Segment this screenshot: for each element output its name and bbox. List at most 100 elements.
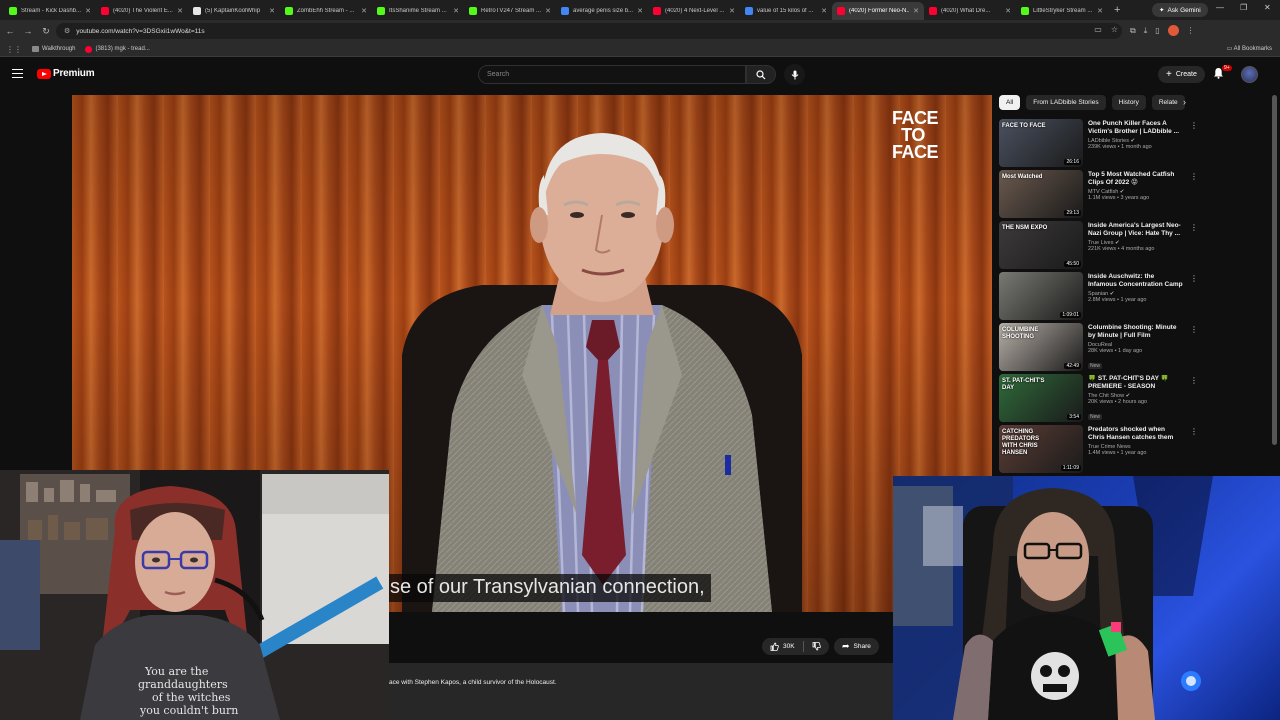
video-title[interactable]: Inside Auschwitz: the Infamous Concentra… <box>1088 273 1183 289</box>
video-title[interactable]: Inside America's Largest Neo-Nazi Group … <box>1088 222 1183 238</box>
more-actions-icon[interactable]: ⋮ <box>1190 325 1198 334</box>
recommended-video[interactable]: 1:09:01 Inside Auschwitz: the Infamous Co… <box>999 272 1204 323</box>
dislike-button[interactable] <box>804 638 829 655</box>
tab-close-icon[interactable]: ✕ <box>1097 7 1103 15</box>
more-actions-icon[interactable]: ⋮ <box>1190 274 1198 283</box>
video-thumbnail[interactable]: ST. PAT-CHIT'S DAY 3:54 <box>999 374 1083 422</box>
recommended-video[interactable]: Most Watched 29:13 Top 5 Most Watched Catf… <box>999 170 1204 221</box>
video-title[interactable]: Predators shocked when Chris Hansen catc… <box>1088 426 1183 442</box>
share-button[interactable]: ➦ Share <box>834 638 879 655</box>
tab-close-icon[interactable]: ✕ <box>453 7 459 15</box>
reload-icon[interactable]: ↻ <box>38 26 54 37</box>
browser-tab[interactable]: value of 15 kilos of ... ✕ <box>740 2 832 20</box>
video-thumbnail[interactable]: 1:09:01 <box>999 272 1083 320</box>
site-info-icon[interactable]: ⚙ <box>64 27 70 35</box>
tab-close-icon[interactable]: ✕ <box>821 7 827 15</box>
video-thumbnail[interactable]: CATCHING PREDATORS WITH CHRIS HANSEN 1:11… <box>999 425 1083 473</box>
browser-tab[interactable]: RetroTV247 Stream ... ✕ <box>464 2 556 20</box>
recommended-video[interactable]: FACE TO FACE 26:16 One Punch Killer Faces … <box>999 119 1204 170</box>
filter-chip[interactable]: All <box>999 95 1021 110</box>
bookmark-label: (3813) mgk - tread... <box>95 46 150 52</box>
address-bar[interactable]: ⚙ youtube.com/watch?v=3DSGxii1wWo&t=11s … <box>56 23 1122 39</box>
tab-close-icon[interactable]: ✕ <box>361 7 367 15</box>
cast-icon[interactable]: ▭ <box>1094 25 1102 34</box>
more-actions-icon[interactable]: ⋮ <box>1190 376 1198 385</box>
more-actions-icon[interactable]: ⋮ <box>1190 223 1198 232</box>
recommended-video[interactable]: THE NSM EXPO 45:50 Inside America's Larges… <box>999 221 1204 272</box>
tab-close-icon[interactable]: ✕ <box>913 7 919 15</box>
browser-menu-icon[interactable]: ⋮ <box>1187 26 1195 35</box>
apps-grid-icon[interactable]: ⋮⋮ <box>6 45 22 54</box>
voice-search-button[interactable] <box>784 64 805 85</box>
video-title[interactable]: Columbine Shooting: Minute by Minute | F… <box>1088 324 1183 340</box>
new-tab-icon[interactable]: + <box>1108 4 1126 16</box>
browser-tab[interactable]: (4020) 4 Next-Level ... ✕ <box>648 2 740 20</box>
ask-gemini-button[interactable]: ✦ Ask Gemini <box>1152 3 1208 17</box>
video-title[interactable]: 🍀 ST. PAT-CHIT'S DAY 🍀 PREMIERE - SEASON… <box>1088 375 1183 391</box>
chevron-right-icon[interactable]: › <box>1183 97 1186 107</box>
recommended-video[interactable]: CATCHING PREDATORS WITH CHRIS HANSEN 1:11… <box>999 425 1204 476</box>
all-bookmarks-button[interactable]: ▭ All Bookmarks <box>1227 45 1272 52</box>
split-view-icon[interactable]: ▯ <box>1155 26 1159 35</box>
tab-label: average penis size b... <box>573 8 634 14</box>
recommended-video[interactable]: COLUMBINE SHOOTING 42:49 Columbine Shootin… <box>999 323 1204 374</box>
browser-tab[interactable]: ZombEhh Stream - ... ✕ <box>280 2 372 20</box>
thumbnail-text: Most Watched <box>1002 174 1043 180</box>
create-button[interactable]: + Create <box>1158 66 1205 83</box>
browser-tab[interactable]: Stream - Kick Dashb... ✕ <box>4 2 96 20</box>
tab-close-icon[interactable]: ✕ <box>729 7 735 15</box>
browser-tab[interactable]: (4020) The Violent E... ✕ <box>96 2 188 20</box>
video-thumbnail[interactable]: THE NSM EXPO 45:50 <box>999 221 1083 269</box>
minimize-icon[interactable]: — <box>1216 3 1224 12</box>
video-thumbnail[interactable]: COLUMBINE SHOOTING 42:49 <box>999 323 1083 371</box>
maximize-icon[interactable]: ❐ <box>1240 3 1247 12</box>
profile-avatar[interactable] <box>1167 25 1179 36</box>
tab-label: Stream - Kick Dashb... <box>21 8 82 14</box>
download-icon[interactable]: ⤓ <box>1144 26 1148 36</box>
tab-close-icon[interactable]: ✕ <box>177 7 183 15</box>
filter-chip[interactable]: History <box>1111 95 1146 110</box>
tab-label: LittleStryker Stream ... <box>1033 8 1093 14</box>
more-actions-icon[interactable]: ⋮ <box>1190 427 1198 436</box>
filter-chip[interactable]: From LADbible Stories <box>1026 95 1106 110</box>
page-scrollbar[interactable] <box>1272 95 1277 445</box>
tab-close-icon[interactable]: ✕ <box>545 7 551 15</box>
video-thumbnail[interactable]: FACE TO FACE 26:16 <box>999 119 1083 167</box>
filter-chip[interactable]: Relate <box>1151 95 1185 110</box>
more-actions-icon[interactable]: ⋮ <box>1190 121 1198 130</box>
tab-favicon-icon <box>377 7 385 15</box>
browser-tab[interactable]: (4020) Former Neo-N... ✕ <box>832 2 924 20</box>
tab-label: ZombEhh Stream - ... <box>297 8 355 14</box>
tab-close-icon[interactable]: ✕ <box>637 7 643 15</box>
browser-tab[interactable]: average penis size b... ✕ <box>556 2 648 20</box>
back-icon[interactable]: ← <box>2 26 18 36</box>
menu-icon[interactable] <box>12 69 23 78</box>
streamer-webcam-right <box>893 476 1280 720</box>
browser-tab[interactable]: (4020) What Dre... ✕ <box>924 2 1016 20</box>
tab-close-icon[interactable]: ✕ <box>1005 7 1011 15</box>
like-button[interactable]: 30K <box>762 638 803 655</box>
tab-close-icon[interactable]: ✕ <box>85 7 91 15</box>
video-title[interactable]: Top 5 Most Watched Catfish Clips Of 2022… <box>1088 171 1183 187</box>
search-input[interactable]: Search <box>478 65 746 84</box>
more-actions-icon[interactable]: ⋮ <box>1190 172 1198 181</box>
close-window-icon[interactable]: ✕ <box>1264 3 1271 12</box>
search-button[interactable] <box>746 65 776 84</box>
description-box[interactable] <box>388 663 894 720</box>
browser-tab[interactable]: LittleStryker Stream ... ✕ <box>1016 2 1108 20</box>
premium-logo-text[interactable]: Premium <box>53 68 95 79</box>
forward-icon[interactable]: → <box>20 26 36 36</box>
extensions-icon[interactable]: ⧉ <box>1130 26 1136 36</box>
browser-tab[interactable]: (5) KaptainKoolWhip ✕ <box>188 2 280 20</box>
account-avatar[interactable] <box>1241 66 1258 83</box>
tab-close-icon[interactable]: ✕ <box>269 7 275 15</box>
video-title[interactable]: One Punch Killer Faces A Victim's Brothe… <box>1088 120 1183 136</box>
bookmark-walkthrough[interactable]: Walkthrough <box>32 46 75 52</box>
youtube-logo-icon[interactable] <box>37 69 51 79</box>
recommended-video[interactable]: ST. PAT-CHIT'S DAY 3:54 🍀 ST. PAT-CHIT'S D… <box>999 374 1204 425</box>
browser-tab[interactable]: ItsShanime Stream ... ✕ <box>372 2 464 20</box>
extensions-area: ⧉ ⤓ ▯ ⋮ <box>1130 25 1195 36</box>
video-thumbnail[interactable]: Most Watched 29:13 <box>999 170 1083 218</box>
bookmark-youtube[interactable]: (3813) mgk - tread... <box>85 45 150 53</box>
bookmark-star-icon[interactable]: ☆ <box>1111 25 1118 34</box>
